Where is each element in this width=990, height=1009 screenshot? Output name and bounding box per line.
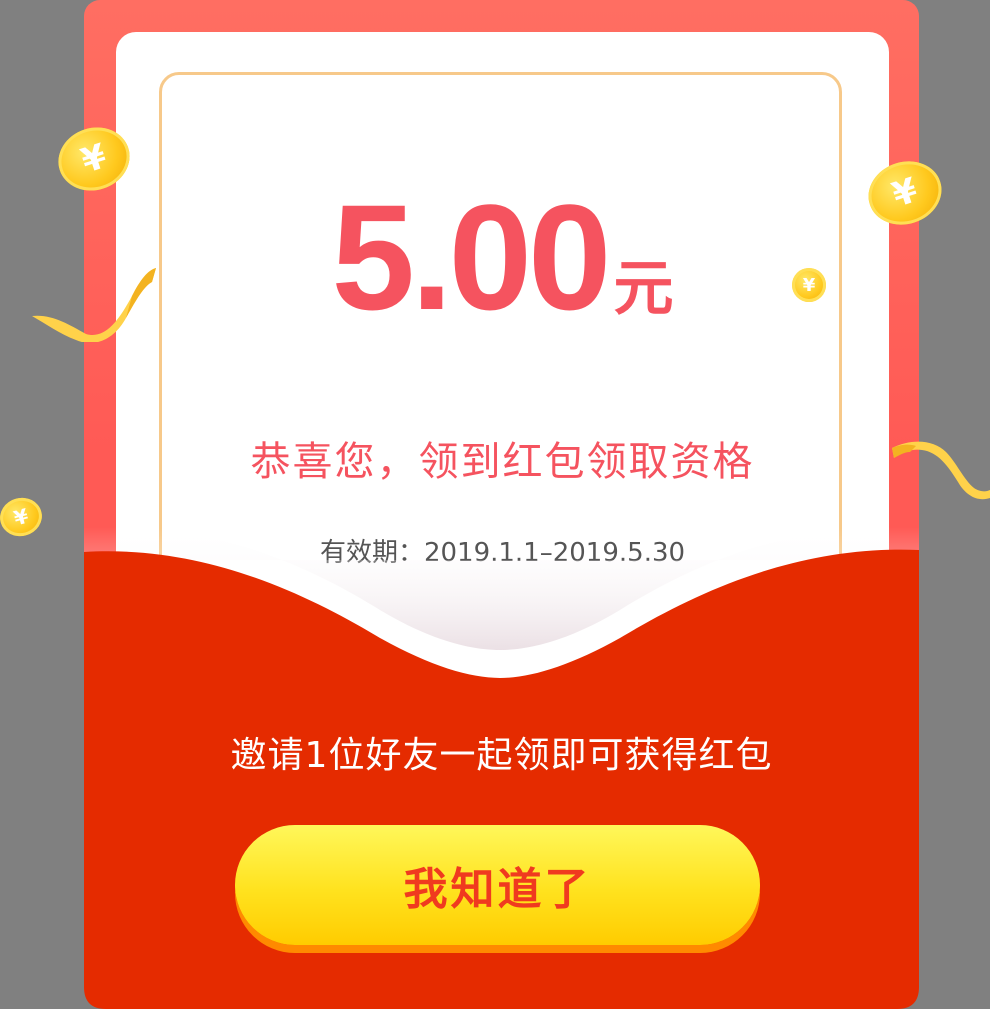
ribbon-icon (892, 441, 990, 500)
amount-value: 5.00 (331, 173, 612, 341)
reward-amount: 5.00 元 (116, 182, 889, 332)
red-packet-dialog: 5.00 元 恭喜您，领到红包领取资格 有效期：2019.1.1–2019.5.3… (0, 0, 990, 1009)
invite-text: 邀请1位好友一起领即可获得红包 (230, 735, 773, 776)
congrats-message: 恭喜您，领到红包领取资格 (250, 439, 755, 485)
coin-icon: ¥ (792, 268, 826, 302)
validity-period: 有效期：2019.1.1–2019.5.30 (319, 538, 686, 568)
got-it-button[interactable]: 我知道了 (235, 825, 760, 945)
coin-icon: ¥ (0, 493, 47, 541)
reward-card: 5.00 元 恭喜您，领到红包领取资格 有效期：2019.1.1–2019.5.3… (116, 32, 889, 732)
ribbon-icon (32, 268, 156, 342)
got-it-label: 我知道了 (403, 864, 592, 915)
amount-unit: 元 (613, 254, 674, 324)
card-frame (159, 72, 842, 712)
